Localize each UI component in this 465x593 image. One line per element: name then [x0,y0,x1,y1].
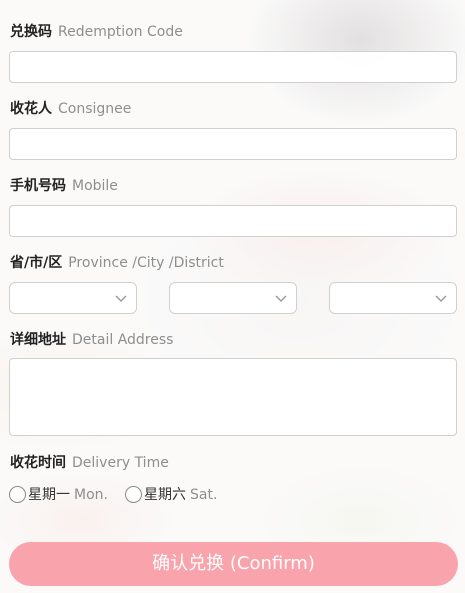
chevron-down-icon [275,295,287,302]
mobile-label-zh: 手机号码 [10,178,66,194]
radio-monday-label: 星期一 Mon. [28,484,108,504]
province-select[interactable] [9,282,137,314]
mobile-label: 手机号码 Mobile [10,177,118,195]
delivery-time-label-en: Delivery Time [72,455,169,471]
confirm-button[interactable]: 确认兑换 (Confirm) [9,542,458,586]
delivery-time-label: 收花时间 Delivery Time [10,454,169,472]
radio-circle-icon[interactable] [9,485,26,503]
delivery-time-label-zh: 收花时间 [10,455,66,471]
radio-saturday[interactable]: 星期六 Sat. [125,484,217,504]
region-label: 省/市/区 Province /City /District [10,254,224,272]
consignee-label-zh: 收花人 [10,101,52,117]
radio-circle-icon[interactable] [125,485,142,503]
chevron-down-icon [115,295,127,302]
region-label-en: Province /City /District [68,255,224,271]
detail-address-label-en: Detail Address [72,332,174,348]
radio-monday[interactable]: 星期一 Mon. [9,484,108,504]
district-select[interactable] [329,282,457,314]
radio-saturday-label: 星期六 Sat. [144,484,217,504]
radio-monday-label-zh: 星期一 [28,487,70,503]
radio-saturday-label-en: Sat. [190,487,218,503]
redemption-form: 兑换码 Redemption Code 收花人 Consignee 手机号码 Mobi… [0,0,465,593]
detail-address-textarea[interactable] [9,358,457,436]
consignee-label: 收花人 Consignee [10,100,131,118]
mobile-input[interactable] [9,205,457,237]
chevron-down-icon [435,295,447,302]
city-select[interactable] [169,282,297,314]
mobile-label-en: Mobile [72,178,118,194]
redemption-code-input[interactable] [9,51,457,83]
consignee-label-en: Consignee [58,101,132,117]
redemption-code-label: 兑换码 Redemption Code [10,23,183,41]
detail-address-label: 详细地址 Detail Address [10,331,173,349]
redemption-code-label-zh: 兑换码 [10,24,52,40]
radio-monday-label-en: Mon. [74,487,108,503]
detail-address-label-zh: 详细地址 [10,332,66,348]
consignee-input[interactable] [9,128,457,160]
region-label-zh: 省/市/区 [10,255,63,271]
redemption-code-label-en: Redemption Code [58,24,183,40]
radio-saturday-label-zh: 星期六 [144,487,186,503]
